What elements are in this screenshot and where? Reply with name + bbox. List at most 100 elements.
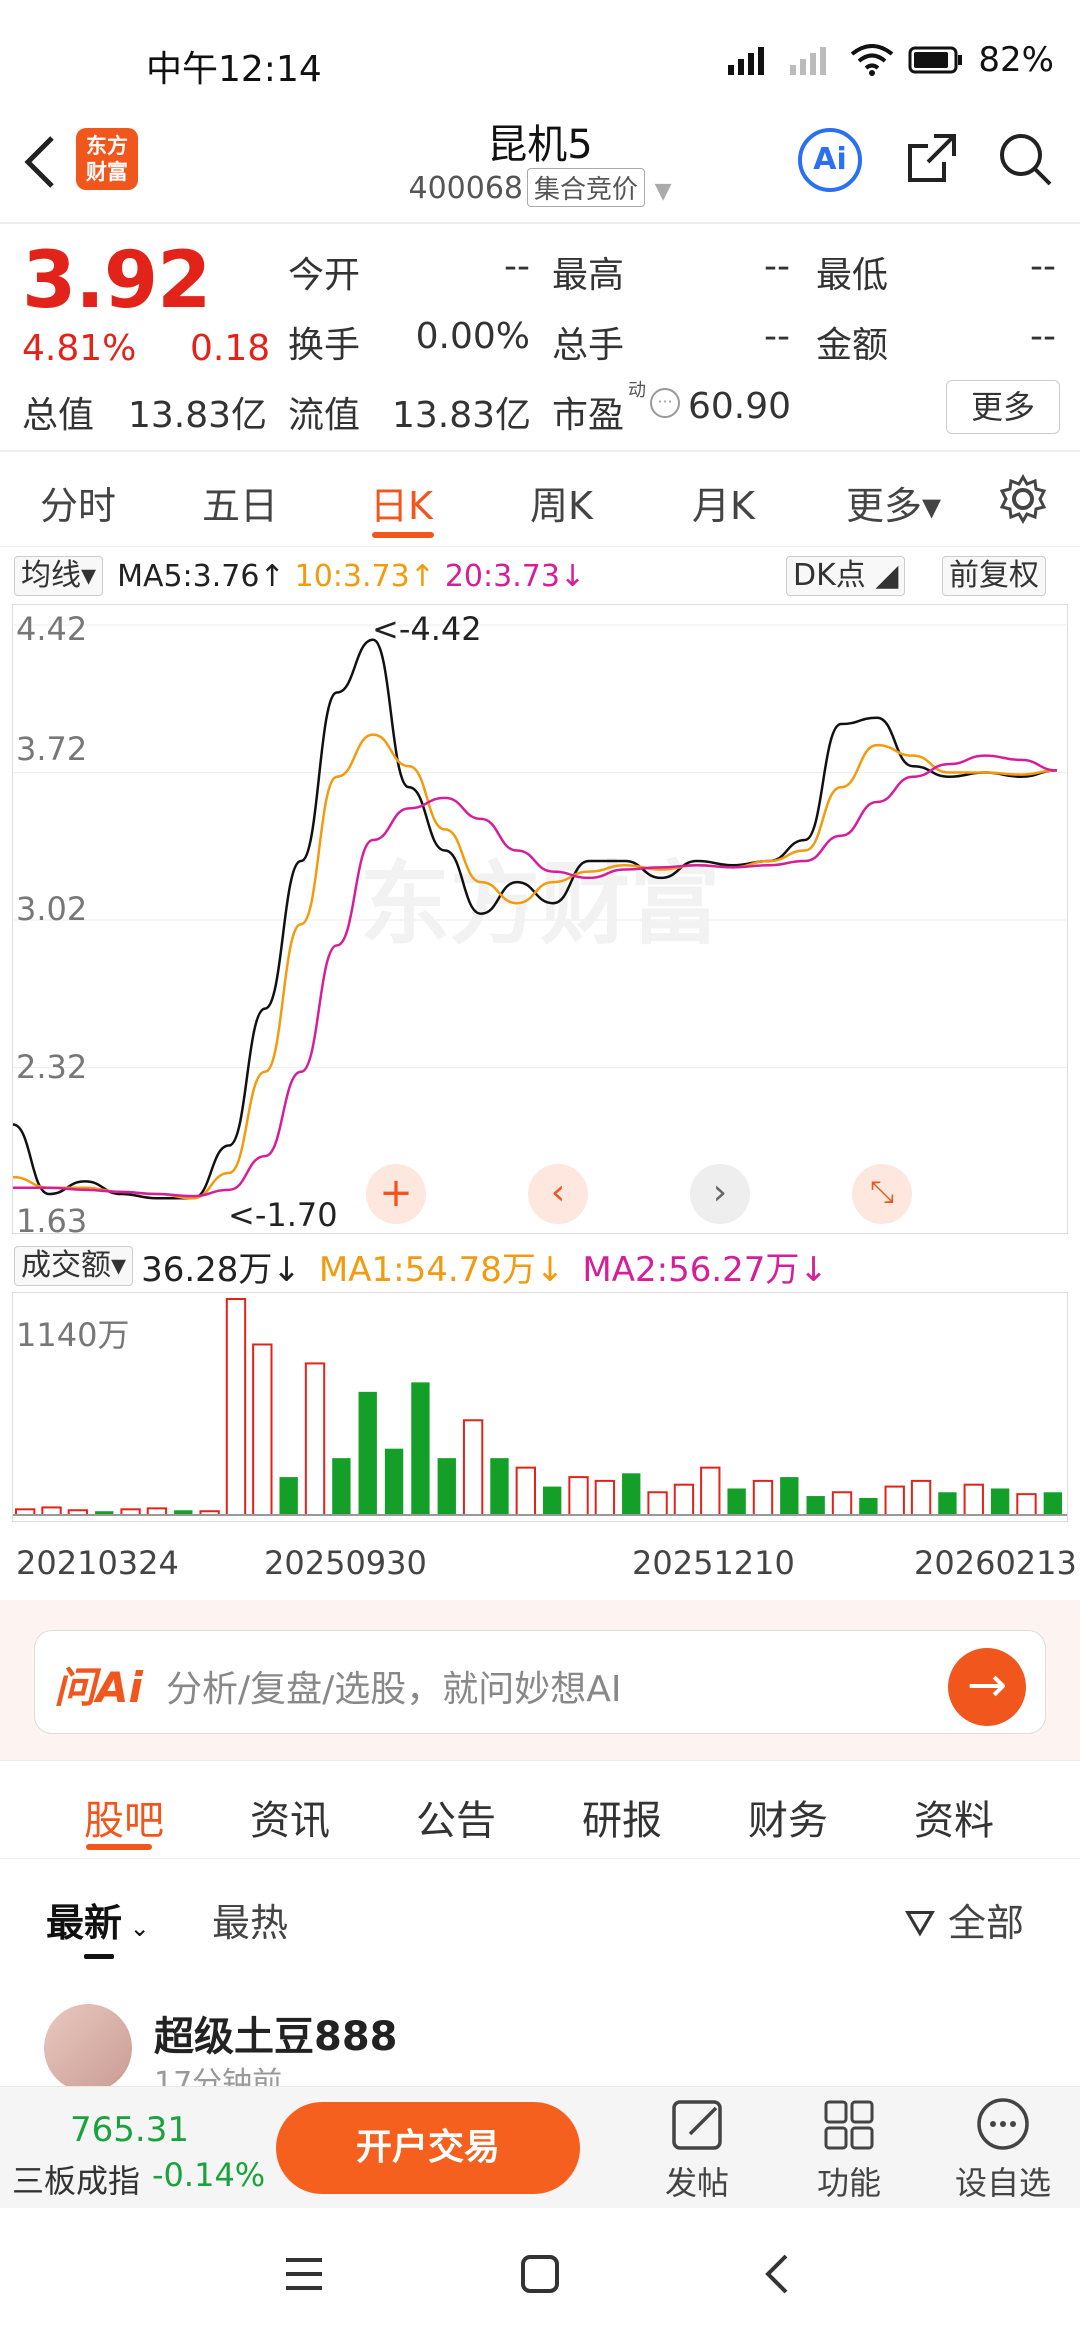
sort-latest[interactable]: 最新 ⌄ <box>46 1892 150 1947</box>
turnover-label: 换手 <box>288 325 361 366</box>
volume-bar <box>411 1382 430 1515</box>
tab-five-day[interactable]: 五日 <box>202 475 278 530</box>
tab-monthly-k[interactable]: 月K <box>692 475 755 530</box>
ma20-line <box>13 754 1058 1198</box>
volume-bar <box>1016 1493 1037 1517</box>
quote-divider <box>0 450 1080 452</box>
gear-icon[interactable] <box>998 474 1048 524</box>
volume-bar <box>332 1458 351 1515</box>
market-cap-label: 总值 <box>22 395 95 436</box>
volume-bar <box>884 1485 905 1517</box>
high-value: -- <box>764 246 790 287</box>
functions-label: 功能 <box>816 2164 881 2202</box>
sort-latest-label: 最新 <box>46 1901 123 1945</box>
ma-legend: 均线▾ MA5:3.76↑ 10:3.73↑ 20:3.73↓ <box>14 556 585 596</box>
chevron-down-icon: ▼ <box>654 179 672 204</box>
zoom-in-button[interactable]: + <box>366 1164 426 1224</box>
info-divider <box>0 1858 1080 1859</box>
home-icon[interactable] <box>520 2254 560 2294</box>
market-cap-value: 13.83亿 <box>128 395 268 436</box>
last-price: 3.92 <box>22 236 211 326</box>
volume-bar <box>780 1477 799 1515</box>
volume-bar <box>384 1448 404 1515</box>
tab-profile[interactable]: 资料 <box>914 1788 994 1846</box>
volume-bar <box>515 1466 536 1516</box>
back-nav-icon[interactable] <box>762 2252 792 2296</box>
fullscreen-icon[interactable]: ⤡ <box>852 1164 912 1224</box>
functions-button[interactable]: 功能 <box>794 2094 904 2204</box>
adjust-selector[interactable]: 前复权 <box>942 556 1046 596</box>
avatar[interactable] <box>44 2004 132 2092</box>
post-button[interactable]: 发帖 <box>642 2094 752 2204</box>
more-quote-button[interactable]: 更多 <box>946 380 1060 434</box>
volume-bar <box>647 1491 668 1516</box>
ma-selector[interactable]: 均线▾ <box>14 556 104 596</box>
open-label: 今开 <box>288 255 361 296</box>
stock-code: 400068 <box>408 171 524 206</box>
dk-label: DK点 <box>793 558 866 593</box>
volume-bar <box>831 1491 853 1516</box>
filter-all[interactable]: ⛛ 全部 <box>904 1892 1024 1947</box>
tab-intraday[interactable]: 分时 <box>40 475 116 530</box>
high-label: 最高 <box>552 255 625 296</box>
volume-bar <box>279 1477 298 1515</box>
arrow-right-icon[interactable]: → <box>948 1648 1026 1726</box>
volume-bar <box>990 1488 1010 1515</box>
tab-daily-k[interactable]: 日K <box>370 475 433 530</box>
change-percent: 4.81% <box>22 328 137 369</box>
volume-svg <box>13 1298 1067 1517</box>
signal-weak-icon <box>790 47 827 75</box>
tab-more[interactable]: 更多▾ <box>846 475 941 530</box>
date-tick: 20251210 <box>632 1544 795 1582</box>
info-tab-underline <box>86 1844 152 1850</box>
menu-icon[interactable] <box>282 2254 326 2294</box>
low-value: -- <box>1030 246 1056 287</box>
pe-label: 市盈 <box>552 395 625 436</box>
ma10-value: 10:3.73↑ <box>294 558 435 594</box>
volume-bar <box>1043 1492 1062 1515</box>
tab-guba[interactable]: 股吧 <box>84 1788 164 1846</box>
volume-bar <box>490 1458 509 1515</box>
volume-selector[interactable]: 成交额▾ <box>14 1246 134 1286</box>
search-icon[interactable] <box>996 130 1054 188</box>
y-tick: 1.63 <box>16 1202 88 1240</box>
volume-bar <box>568 1476 589 1517</box>
volume-bar <box>859 1497 878 1515</box>
more-dots-icon[interactable]: ··· <box>650 388 680 418</box>
amount-value: -- <box>1030 316 1056 357</box>
dk-point-selector[interactable]: DK点 ◢ <box>786 556 906 596</box>
tab-finance[interactable]: 财务 <box>748 1788 828 1846</box>
tab-underline <box>372 532 434 538</box>
volume-bar <box>225 1298 247 1516</box>
sort-hot[interactable]: 最热 <box>212 1892 288 1947</box>
amount-label: 金额 <box>816 325 889 366</box>
edit-icon <box>672 2100 722 2150</box>
tab-news[interactable]: 资讯 <box>250 1788 330 1846</box>
add-watchlist-button[interactable]: 设自选 <box>948 2094 1058 2204</box>
share-icon[interactable] <box>904 130 960 186</box>
index-value[interactable]: 765.31 <box>70 2110 189 2150</box>
tab-research[interactable]: 研报 <box>582 1788 662 1846</box>
volume-current: 36.28万↓ <box>141 1249 301 1290</box>
post-username[interactable]: 超级土豆888 <box>154 2004 398 2062</box>
volume-chart[interactable] <box>12 1292 1068 1522</box>
ai-input[interactable]: 分析/复盘/选股，就问妙想AI <box>166 1660 622 1712</box>
chevron-right-icon[interactable]: › <box>690 1164 750 1224</box>
y-tick: 3.02 <box>16 890 88 928</box>
index-name[interactable]: 三板成指 <box>12 2156 140 2202</box>
status-time: 中午12:14 <box>146 49 322 90</box>
battery-icon <box>908 46 963 74</box>
y-tick: 3.72 <box>16 730 88 768</box>
chevron-left-icon[interactable]: ‹ <box>528 1164 588 1224</box>
ai-icon[interactable]: Ai <box>798 128 862 192</box>
turnover-value: 0.00% <box>415 316 530 357</box>
ai-divider <box>0 1760 1080 1761</box>
volume-value: -- <box>764 316 790 357</box>
tab-weekly-k[interactable]: 周K <box>530 475 593 530</box>
volume-legend: 成交额▾ 36.28万↓ MA1:54.78万↓ MA2:56.27万↓ <box>14 1246 828 1290</box>
k-line-chart[interactable]: 东方财富 <box>12 604 1068 1234</box>
ma10-line <box>12 733 1058 1200</box>
open-account-trade-button[interactable]: 开户交易 <box>276 2102 580 2194</box>
tab-announcements[interactable]: 公告 <box>416 1788 496 1846</box>
post-label: 发帖 <box>664 2164 729 2202</box>
